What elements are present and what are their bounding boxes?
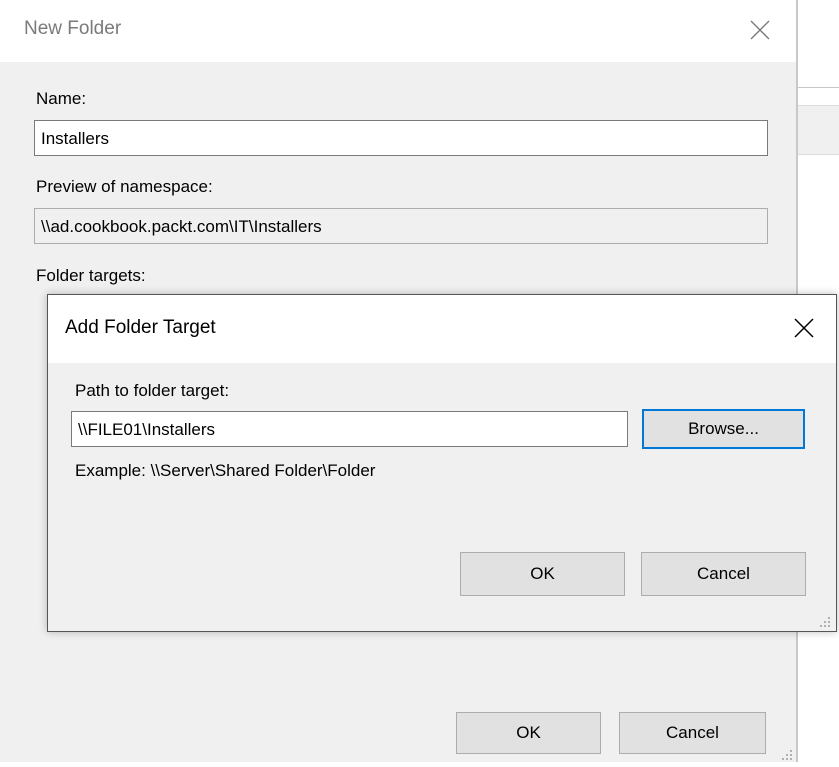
preview-label: Preview of namespace: bbox=[36, 177, 213, 196]
ok-button[interactable]: OK bbox=[456, 712, 601, 754]
background-divider bbox=[798, 87, 839, 88]
new-folder-title: New Folder bbox=[24, 18, 122, 39]
path-label: Path to folder target: bbox=[75, 381, 230, 400]
cancel-button[interactable]: Cancel bbox=[619, 712, 766, 754]
path-input[interactable]: \\FILE01\Installers bbox=[71, 411, 628, 447]
resize-grip-icon[interactable] bbox=[816, 613, 832, 629]
ok-button[interactable]: OK bbox=[460, 552, 625, 596]
resize-grip-icon[interactable] bbox=[778, 746, 794, 762]
add-folder-target-dialog: Add Folder Target Path to folder target:… bbox=[47, 294, 837, 632]
close-icon[interactable] bbox=[791, 315, 817, 341]
browse-button[interactable]: Browse... bbox=[642, 409, 805, 449]
name-input[interactable]: Installers bbox=[34, 120, 768, 156]
background-row bbox=[798, 105, 839, 155]
cancel-button[interactable]: Cancel bbox=[641, 552, 806, 596]
preview-namespace-field: \\ad.cookbook.packt.com\IT\Installers bbox=[34, 208, 768, 244]
close-icon[interactable] bbox=[748, 18, 772, 42]
folder-targets-label: Folder targets: bbox=[36, 266, 146, 285]
name-label: Name: bbox=[36, 89, 87, 108]
example-text: Example: \\Server\Shared Folder\Folder bbox=[75, 461, 376, 480]
add-folder-target-title: Add Folder Target bbox=[65, 317, 216, 338]
